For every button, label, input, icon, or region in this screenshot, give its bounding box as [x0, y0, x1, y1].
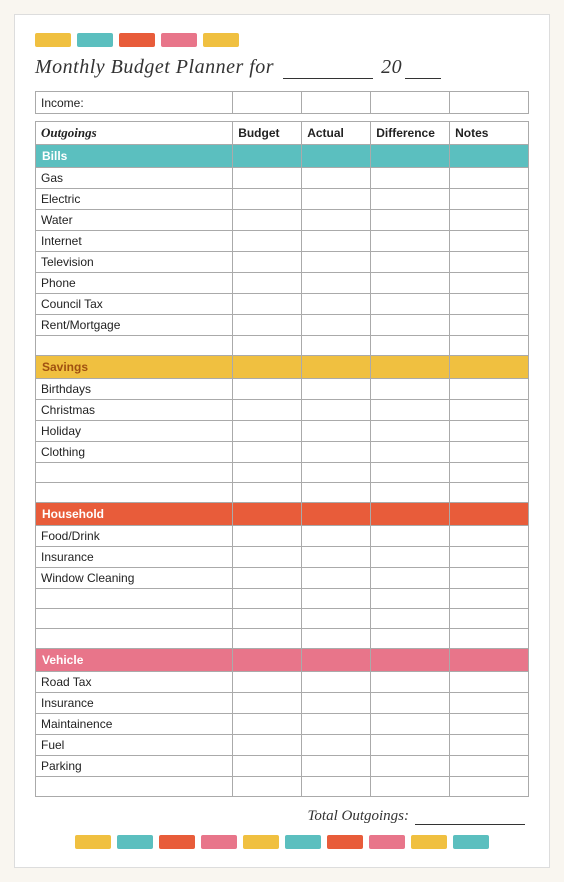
table-row: Rent/Mortgage	[36, 315, 529, 336]
decor-rect	[243, 835, 279, 849]
income-label: Income:	[36, 92, 233, 114]
empty-row	[36, 777, 529, 797]
item-maintainence: Maintainence	[36, 714, 233, 735]
decor-rect	[201, 835, 237, 849]
item-clothing: Clothing	[36, 442, 233, 463]
budget-planner-page: Monthly Budget Planner for 20 Income: Ou…	[14, 14, 550, 868]
table-row: Holiday	[36, 421, 529, 442]
vehicle-category-row: Vehicle	[36, 649, 529, 672]
item-council-tax: Council Tax	[36, 294, 233, 315]
table-row: Television	[36, 252, 529, 273]
table-row: Council Tax	[36, 294, 529, 315]
table-row: Internet	[36, 231, 529, 252]
empty-row	[36, 336, 529, 356]
page-title: Monthly Budget Planner for 20	[35, 55, 529, 79]
item-window-cleaning: Window Cleaning	[36, 568, 233, 589]
item-electric: Electric	[36, 189, 233, 210]
savings-label: Savings	[36, 356, 233, 379]
decor-rect	[285, 835, 321, 849]
decor-rect	[159, 835, 195, 849]
top-decor-bar	[35, 33, 529, 47]
savings-category-row: Savings	[36, 356, 529, 379]
col-budget-header: Budget	[233, 122, 302, 145]
total-outgoings-label: Total Outgoings:	[307, 808, 409, 824]
title-year-line	[405, 55, 441, 79]
budget-table: Income: Outgoings Budget Actual Differen…	[35, 91, 529, 797]
item-television: Television	[36, 252, 233, 273]
title-month-line	[283, 55, 373, 79]
vehicle-label: Vehicle	[36, 649, 233, 672]
item-fuel: Fuel	[36, 735, 233, 756]
decor-rect	[203, 33, 239, 47]
col-difference-header: Difference	[371, 122, 450, 145]
item-road-tax: Road Tax	[36, 672, 233, 693]
table-row: Birthdays	[36, 379, 529, 400]
item-insurance-v: Insurance	[36, 693, 233, 714]
income-row: Income:	[36, 92, 529, 114]
item-food-drink: Food/Drink	[36, 526, 233, 547]
table-row: Insurance	[36, 547, 529, 568]
col-outgoings-header: Outgoings	[36, 122, 233, 145]
decor-rect	[77, 33, 113, 47]
decor-rect	[453, 835, 489, 849]
table-row: Water	[36, 210, 529, 231]
decor-rect	[75, 835, 111, 849]
title-year-prefix: 20	[381, 56, 402, 78]
household-category-row: Household	[36, 503, 529, 526]
item-christmas: Christmas	[36, 400, 233, 421]
decor-rect	[117, 835, 153, 849]
decor-rect	[35, 33, 71, 47]
decor-rect	[369, 835, 405, 849]
decor-rect	[119, 33, 155, 47]
title-prefix: Monthly Budget Planner for	[35, 56, 274, 78]
income-diff	[371, 92, 450, 114]
item-rent-mortgage: Rent/Mortgage	[36, 315, 233, 336]
table-row: Parking	[36, 756, 529, 777]
table-row: Road Tax	[36, 672, 529, 693]
empty-row	[36, 463, 529, 483]
item-parking: Parking	[36, 756, 233, 777]
item-insurance-h: Insurance	[36, 547, 233, 568]
decor-rect	[161, 33, 197, 47]
outgoings-label: Outgoings	[41, 125, 97, 140]
empty-row	[36, 609, 529, 629]
empty-row	[36, 589, 529, 609]
table-row: Electric	[36, 189, 529, 210]
table-row: Maintainence	[36, 714, 529, 735]
table-row: Insurance	[36, 693, 529, 714]
item-phone: Phone	[36, 273, 233, 294]
item-internet: Internet	[36, 231, 233, 252]
decor-rect	[411, 835, 447, 849]
item-water: Water	[36, 210, 233, 231]
table-row: Fuel	[36, 735, 529, 756]
bills-label: Bills	[36, 145, 233, 168]
decor-rect	[327, 835, 363, 849]
table-row: Clothing	[36, 442, 529, 463]
item-holiday: Holiday	[36, 421, 233, 442]
spacer-1	[36, 114, 529, 122]
item-birthdays: Birthdays	[36, 379, 233, 400]
empty-row	[36, 629, 529, 649]
col-notes-header: Notes	[450, 122, 529, 145]
table-row: Window Cleaning	[36, 568, 529, 589]
total-line	[415, 807, 525, 825]
col-actual-header: Actual	[302, 122, 371, 145]
table-row: Food/Drink	[36, 526, 529, 547]
empty-row	[36, 483, 529, 503]
income-notes	[450, 92, 529, 114]
bills-category-row: Bills	[36, 145, 529, 168]
income-actual	[302, 92, 371, 114]
table-row: Phone	[36, 273, 529, 294]
table-row: Gas	[36, 168, 529, 189]
column-headers-row: Outgoings Budget Actual Difference Notes	[36, 122, 529, 145]
household-label: Household	[36, 503, 233, 526]
table-row: Christmas	[36, 400, 529, 421]
income-budget	[233, 92, 302, 114]
total-outgoings-footer: Total Outgoings:	[35, 807, 529, 825]
item-gas: Gas	[36, 168, 233, 189]
bottom-decor-bar	[35, 835, 529, 849]
